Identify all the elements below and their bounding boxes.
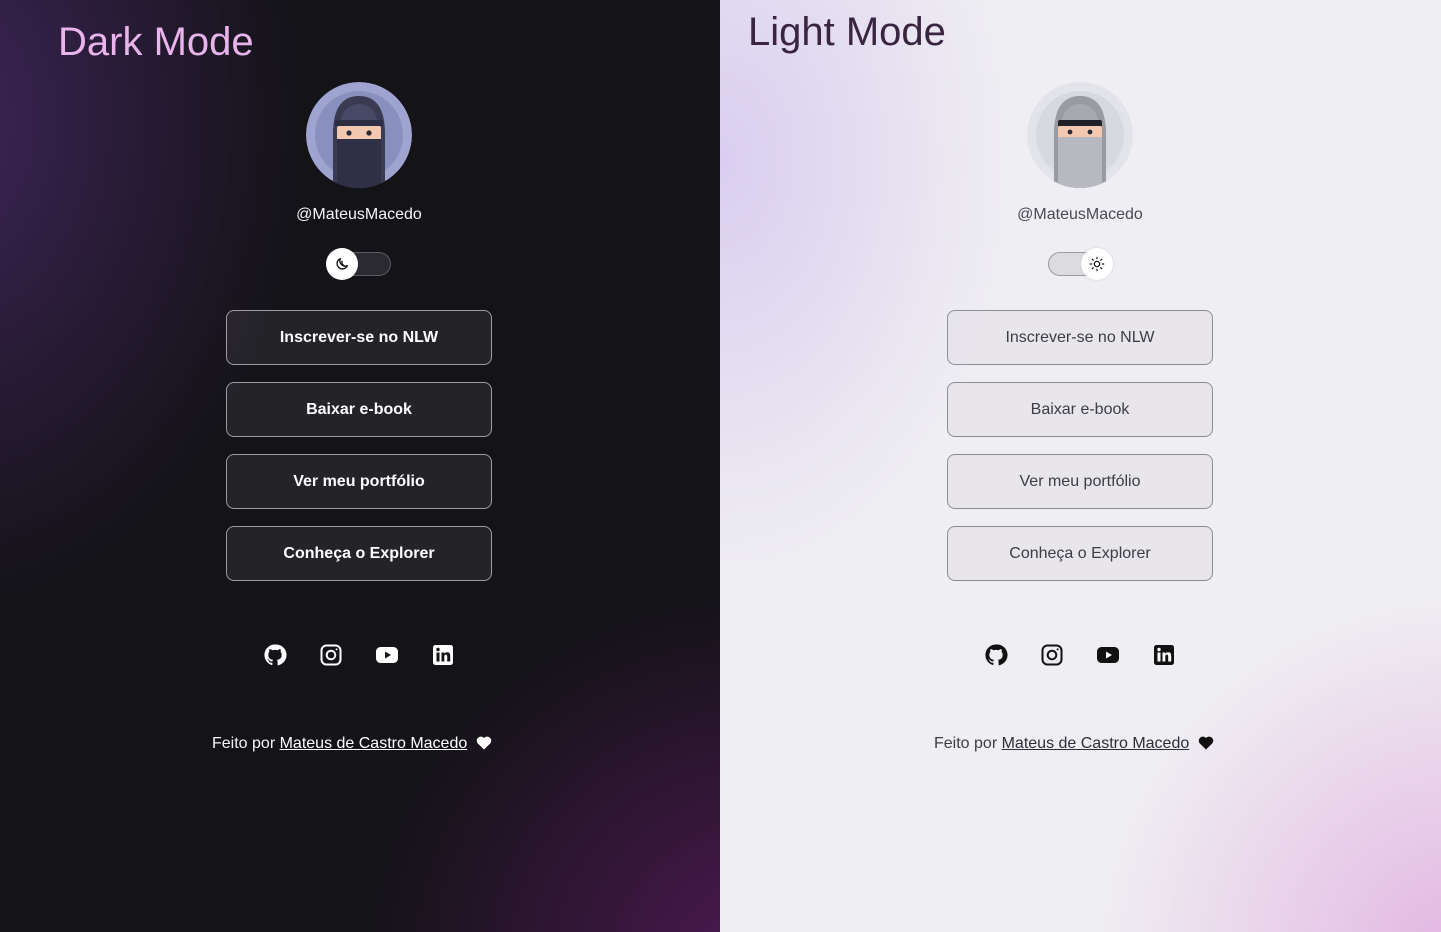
sun-icon xyxy=(1089,256,1105,272)
dark-mode-panel: Dark Mode @MateusMacedo Inscrever-se no … xyxy=(0,0,720,932)
youtube-icon[interactable] xyxy=(1096,643,1120,667)
author-link[interactable]: Mateus de Castro Macedo xyxy=(280,735,468,752)
panel-title: Dark Mode xyxy=(58,20,254,64)
link-list: Inscrever-se no NLW Baixar e-book Ver me… xyxy=(226,310,492,598)
explorer-button[interactable]: Conheça o Explorer xyxy=(947,526,1213,581)
download-ebook-button[interactable]: Baixar e-book xyxy=(226,382,492,437)
youtube-icon[interactable] xyxy=(375,643,399,667)
linkedin-icon[interactable] xyxy=(431,643,455,667)
download-ebook-button[interactable]: Baixar e-book xyxy=(947,382,1213,437)
footer-prefix: Feito por xyxy=(934,735,1002,752)
moon-icon xyxy=(336,258,348,270)
author-link[interactable]: Mateus de Castro Macedo xyxy=(1002,735,1190,752)
profile-handle: @MateusMacedo xyxy=(1017,206,1143,223)
toggle-knob[interactable] xyxy=(1081,248,1113,280)
footer: Feito por Mateus de Castro Macedo xyxy=(934,735,1214,753)
heart-icon xyxy=(476,736,491,750)
ninja-avatar-icon xyxy=(306,82,412,188)
profile-handle: @MateusMacedo xyxy=(296,206,422,223)
ninja-avatar-icon xyxy=(1027,82,1133,188)
nlw-signup-button[interactable]: Inscrever-se no NLW xyxy=(947,310,1213,365)
footer-prefix: Feito por xyxy=(212,735,280,752)
theme-toggle[interactable] xyxy=(1048,248,1113,280)
link-list: Inscrever-se no NLW Baixar e-book Ver me… xyxy=(947,310,1213,598)
theme-toggle[interactable] xyxy=(326,248,391,280)
instagram-icon[interactable] xyxy=(319,643,343,667)
github-icon[interactable] xyxy=(984,643,1008,667)
panel-title: Light Mode xyxy=(748,10,946,54)
instagram-icon[interactable] xyxy=(1040,643,1064,667)
heart-icon xyxy=(1198,736,1213,750)
toggle-knob[interactable] xyxy=(326,248,358,280)
social-links xyxy=(984,643,1176,667)
explorer-button[interactable]: Conheça o Explorer xyxy=(226,526,492,581)
portfolio-button[interactable]: Ver meu portfólio xyxy=(226,454,492,509)
profile: @MateusMacedo xyxy=(720,82,1440,280)
profile: @MateusMacedo xyxy=(0,82,718,280)
nlw-signup-button[interactable]: Inscrever-se no NLW xyxy=(226,310,492,365)
portfolio-button[interactable]: Ver meu portfólio xyxy=(947,454,1213,509)
social-links xyxy=(263,643,455,667)
footer: Feito por Mateus de Castro Macedo xyxy=(212,735,492,753)
linkedin-icon[interactable] xyxy=(1152,643,1176,667)
github-icon[interactable] xyxy=(263,643,287,667)
light-mode-panel: Light Mode @MateusMacedo Inscrever-se no… xyxy=(720,0,1441,932)
